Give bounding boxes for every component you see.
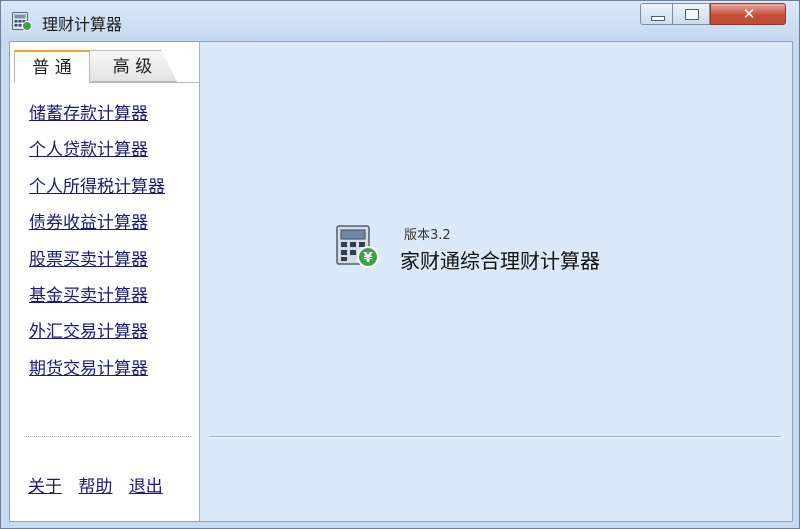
main-separator [209,436,781,438]
tab-advanced[interactable]: 高 级 [89,50,177,82]
minimize-icon [651,16,665,21]
tab-underline [89,82,199,83]
help-link[interactable]: 帮助 [78,477,112,497]
maximize-icon [685,9,699,20]
minimize-button[interactable] [640,3,672,25]
link-forex-trade-calculator[interactable]: 外汇交易计算器 [29,317,194,353]
calculator-yuan-icon: ¥ [336,225,379,268]
link-futures-trade-calculator[interactable]: 期货交易计算器 [29,354,194,390]
link-fund-trade-calculator[interactable]: 基金买卖计算器 [29,281,194,317]
svg-text:¥: ¥ [363,251,372,266]
tab-normal[interactable]: 普 通 [14,50,90,82]
link-income-tax-calculator[interactable]: 个人所得税计算器 [29,172,194,208]
app-name-label: 家财通综合理财计算器 [400,249,600,273]
link-stock-trade-calculator[interactable]: 股票买卖计算器 [29,245,194,281]
window-title: 理财计算器 [42,15,123,34]
link-bond-yield-calculator[interactable]: 债券收益计算器 [29,208,194,244]
calculator-list: 储蓄存款计算器 个人贷款计算器 个人所得税计算器 债券收益计算器 股票买卖计算器… [29,99,194,390]
sidebar: 普 通 高 级 储蓄存款计算器 个人贷款计算器 个人所得税计算器 债券收益计算器… [10,42,200,521]
footer-links: 关于 帮助 退出 [28,472,174,497]
close-icon: ✕ [742,5,756,23]
title-bar[interactable]: 理财计算器 ✕ [1,1,799,41]
tab-strip: 普 通 高 级 [10,42,199,83]
calculator-icon [12,12,32,31]
link-savings-calculator[interactable]: 储蓄存款计算器 [29,99,194,135]
client-area: 普 通 高 级 储蓄存款计算器 个人贷款计算器 个人所得税计算器 债券收益计算器… [9,41,793,522]
link-personal-loan-calculator[interactable]: 个人贷款计算器 [29,135,194,171]
sidebar-divider [24,436,191,437]
exit-link[interactable]: 退出 [129,477,163,497]
about-panel: ¥ 版本3.2 家财通综合理财计算器 [200,42,792,521]
close-button[interactable]: ✕ [710,3,786,25]
maximize-button[interactable] [672,3,710,25]
about-link[interactable]: 关于 [28,477,62,497]
version-label: 版本3.2 [404,228,451,243]
app-window: 理财计算器 ✕ 普 通 高 级 储蓄存款计算器 个人贷款计算器 个人所得税计算器… [0,0,800,529]
